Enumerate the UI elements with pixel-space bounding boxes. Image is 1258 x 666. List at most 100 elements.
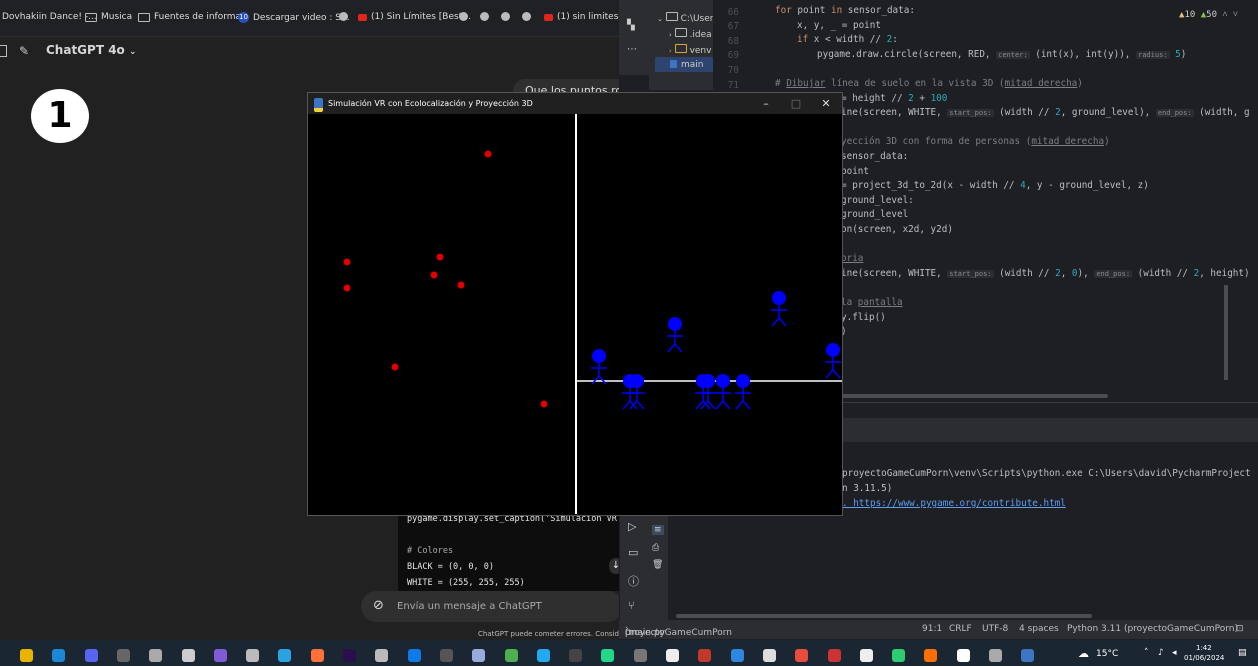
line-number: 67 <box>727 21 739 32</box>
editor-scrollbar-vertical[interactable] <box>1224 285 1228 380</box>
clock-date[interactable]: 01/06/2024 <box>1184 654 1224 662</box>
python-icon <box>314 98 323 112</box>
app-icon-4[interactable] <box>924 649 938 662</box>
bookmark-item[interactable]: Fuentes de informa... <box>138 12 250 22</box>
bookmark-item[interactable]: Dovhakiin Dance! -... <box>2 12 97 22</box>
vm-icon[interactable] <box>633 649 647 662</box>
tree-item-selected[interactable]: main <box>655 57 717 72</box>
vscode-icon[interactable] <box>536 649 550 662</box>
python-interpreter[interactable]: Python 3.11 (proyectoGameCumPorn) <box>1067 624 1238 634</box>
caret-position[interactable]: 91:1 <box>922 624 942 634</box>
app-icon-2[interactable] <box>859 649 873 662</box>
folder-icon <box>674 44 687 53</box>
app-icon[interactable] <box>472 649 486 662</box>
print-icon[interactable]: ⎙ <box>652 543 659 553</box>
soft-wrap-icon[interactable]: ≡ <box>652 525 664 535</box>
bookmark-label: Dovhakiin Dance! -... <box>2 12 97 22</box>
unity-icon[interactable] <box>181 649 195 662</box>
more-icon[interactable]: ⋯ <box>627 44 637 55</box>
obs-icon[interactable] <box>116 649 130 662</box>
steam-icon[interactable] <box>52 649 66 662</box>
lock-icon[interactable]: ⊡ <box>1236 624 1244 634</box>
maximize-button[interactable]: □ <box>784 96 808 111</box>
new-chat-icon[interactable]: ✎ <box>19 44 29 58</box>
visual-studio-icon[interactable] <box>213 649 227 662</box>
globe-icon <box>522 12 531 21</box>
code-line: la pantalla <box>841 297 903 308</box>
sensor-point <box>457 281 465 289</box>
tree-item[interactable]: › .idea <box>669 28 712 40</box>
inspection-widget[interactable]: ▲10 ▲50 ˄ ˅ <box>1179 9 1238 20</box>
weather-temp[interactable]: 15°C <box>1096 649 1118 659</box>
file-encoding[interactable]: UTF-8 <box>982 624 1008 634</box>
media-icon[interactable] <box>762 649 776 662</box>
record-icon[interactable] <box>795 649 809 662</box>
network-icon[interactable] <box>730 649 744 662</box>
code-line: # Dibujar línea de suelo en la vista 3D … <box>775 78 1083 89</box>
notification-icon[interactable]: ▤ <box>1238 648 1247 658</box>
file-explorer-icon[interactable] <box>20 649 33 662</box>
trash-icon[interactable]: 🗑 <box>652 560 663 570</box>
line-separator[interactable]: CRLF <box>949 624 972 634</box>
line-number: 68 <box>727 36 739 47</box>
youtube-icon <box>358 13 367 21</box>
game-icon-2[interactable] <box>698 649 712 662</box>
netflix-icon[interactable] <box>827 649 841 662</box>
weather-icon[interactable]: ☁ <box>1078 647 1089 660</box>
bookmark-item[interactable] <box>339 12 348 21</box>
bookmark-item[interactable] <box>459 12 468 21</box>
tree-item[interactable]: › venv <box>669 44 711 56</box>
game-icon[interactable] <box>149 649 163 662</box>
pygame-window[interactable]: Simulación VR con Ecolocalización y Proy… <box>307 92 843 516</box>
run-icon[interactable]: ▷ <box>628 520 636 533</box>
photos-icon[interactable] <box>666 649 679 662</box>
console-link[interactable]: . https://www.pygame.org/contribute.html <box>842 498 1066 509</box>
number-badge: 1 <box>31 89 89 143</box>
tree-item[interactable]: ⌄ C:\User <box>657 12 714 24</box>
game-canvas[interactable] <box>308 114 842 514</box>
python-icon[interactable] <box>1021 649 1035 662</box>
minimize-button[interactable]: – <box>754 96 778 111</box>
speaker-icon[interactable]: ◂ <box>1172 648 1177 658</box>
3d-icon[interactable] <box>375 649 389 662</box>
bookmark-item[interactable] <box>480 12 489 21</box>
discord-icon[interactable] <box>84 649 98 662</box>
git-icon[interactable]: ⑂ <box>628 599 635 612</box>
taskbar: ☁ 15°C ˄ ♪ ◂ 1:42 01/06/2024 ▤ <box>0 640 1258 666</box>
close-button[interactable]: ✕ <box>814 96 838 111</box>
breadcrumb[interactable]: ▢ proyectoGameCumPorn › main.py <box>625 624 732 638</box>
clock-time[interactable]: 1:42 <box>1196 644 1212 652</box>
app-icon-5[interactable] <box>956 649 970 662</box>
sidebar-toggle-icon[interactable] <box>0 45 7 57</box>
model-selector[interactable]: ChatGPT 4o ⌄ <box>46 43 137 57</box>
teamviewer-icon[interactable] <box>407 649 421 662</box>
bookmark-item[interactable] <box>501 12 510 21</box>
bookmark-item[interactable]: (1) Sin Límites [Best... <box>358 12 471 22</box>
model-label: ChatGPT 4o <box>46 43 125 57</box>
bookmark-item[interactable]: 10 Descargar video : S... <box>238 12 350 23</box>
person-figure <box>667 317 683 353</box>
firefox-icon[interactable] <box>310 649 324 662</box>
terminal-icon[interactable]: ▭ <box>628 546 638 559</box>
notepad-icon[interactable] <box>246 649 260 662</box>
chrome-icon[interactable] <box>504 649 518 662</box>
volume-icon[interactable]: ♪ <box>1158 648 1164 658</box>
pycharm-icon[interactable] <box>601 649 615 662</box>
attach-icon[interactable]: ⊘ <box>373 598 384 613</box>
console-scrollbar[interactable] <box>676 614 1092 618</box>
app-icon-6[interactable] <box>989 649 1002 662</box>
chevron-up-icon[interactable]: ˄ <box>1144 648 1149 658</box>
problems-icon[interactable]: ⓘ <box>628 573 639 589</box>
after-effects-icon[interactable] <box>343 649 356 662</box>
bookmark-item[interactable] <box>522 12 531 21</box>
bookmark-item[interactable]: Musica <box>85 12 132 22</box>
app-icon-3[interactable] <box>892 649 906 662</box>
structure-icon[interactable]: ▚ <box>627 20 635 31</box>
window-titlebar[interactable]: Simulación VR con Ecolocalización y Proy… <box>308 93 842 114</box>
telegram-icon[interactable] <box>278 649 292 662</box>
chat-input[interactable]: ⊘ Envía un mensaje a ChatGPT <box>361 591 623 622</box>
indent-setting[interactable]: 4 spaces <box>1019 624 1059 634</box>
lock-app-icon[interactable] <box>439 649 453 662</box>
jetbrains-icon[interactable] <box>569 649 583 662</box>
chevron-down-icon: ⌄ <box>128 47 137 57</box>
